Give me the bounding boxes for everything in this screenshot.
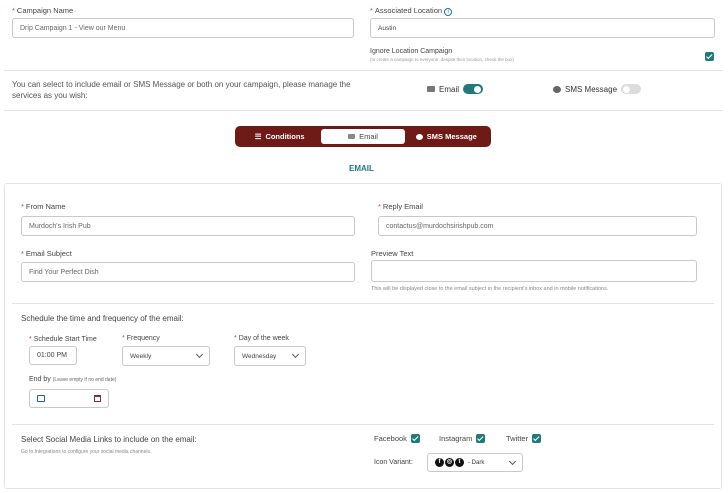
twitter-option: Twitter xyxy=(506,434,542,443)
from-name-input[interactable]: Murdoch's Irish Pub xyxy=(21,216,355,236)
divider xyxy=(12,424,714,425)
day-of-week-select[interactable]: Wednesday xyxy=(234,346,306,366)
end-date-input[interactable] xyxy=(29,389,109,408)
social-hint: Go to Integrations to configure your soc… xyxy=(21,449,152,455)
envelope-icon xyxy=(427,86,435,92)
start-time-input[interactable]: 01:00 PM xyxy=(29,346,77,365)
calendar-picker-icon[interactable] xyxy=(94,395,101,402)
ignore-location-checkbox[interactable] xyxy=(705,52,714,62)
instagram-option: Instagram xyxy=(439,434,486,443)
preview-text-hint: This will be displayed close to the emai… xyxy=(371,286,609,292)
start-time-label: * Schedule Start Time xyxy=(29,336,97,343)
services-description: You can select to include email or SMS M… xyxy=(12,80,351,100)
chat-icon xyxy=(553,85,561,93)
chevron-down-icon xyxy=(508,457,517,465)
twitter-icon: t xyxy=(455,458,464,467)
reply-email-label: * Reply Email xyxy=(378,202,423,211)
divider xyxy=(12,303,714,304)
email-subject-label: * Email Subject xyxy=(21,249,72,258)
reply-email-input[interactable]: contactus@murdochsirishpub.com xyxy=(378,216,697,236)
icon-variant-label: Icon Variant: xyxy=(374,459,413,466)
frequency-select[interactable]: Weekly xyxy=(122,346,210,366)
campaign-tabs: ☰ Conditions Email SMS Message xyxy=(235,126,491,147)
info-icon: i xyxy=(444,8,453,16)
tab-email[interactable]: Email xyxy=(321,129,405,144)
ignore-location-hint: (to create a campaign to everyone, despi… xyxy=(370,57,514,62)
location-select[interactable]: Austin xyxy=(370,18,715,38)
twitter-checkbox[interactable] xyxy=(532,434,542,443)
divider xyxy=(4,110,722,111)
frequency-label: * Frequency xyxy=(122,335,160,342)
facebook-checkbox[interactable] xyxy=(410,434,420,443)
end-by-label: End by (Leave empty if no end date) xyxy=(29,376,117,383)
instagram-icon: ◎ xyxy=(445,458,454,467)
icon-variant-select[interactable]: f ◎ t - Dark xyxy=(427,453,523,472)
social-heading: Select Social Media Links to include on … xyxy=(21,435,197,444)
sms-service: SMS Message xyxy=(553,84,642,94)
email-service-label: Email xyxy=(439,84,460,94)
email-subject-input[interactable]: Find Your Perfect Dish xyxy=(21,262,355,282)
from-name-label: * From Name xyxy=(21,202,66,211)
associated-location-label: * Associated Location i xyxy=(370,6,453,16)
calendar-icon xyxy=(37,395,45,402)
email-service: Email xyxy=(427,84,484,94)
schedule-heading: Schedule the time and frequency of the e… xyxy=(21,314,184,323)
chat-icon xyxy=(415,133,423,140)
facebook-icon: f xyxy=(435,458,444,467)
tab-sms[interactable]: SMS Message xyxy=(405,129,488,144)
chevron-down-icon xyxy=(195,350,204,359)
section-title: EMAIL xyxy=(349,164,374,173)
campaign-name-label: * Campaign Name xyxy=(12,6,74,15)
preview-text-input[interactable] xyxy=(371,260,697,282)
preview-text-label: Preview Text xyxy=(371,249,414,258)
chevron-down-icon xyxy=(291,350,300,359)
instagram-checkbox[interactable] xyxy=(476,434,486,443)
campaign-name-input[interactable]: Drip Campaign 1 - View our Menu xyxy=(12,18,354,38)
envelope-icon xyxy=(348,134,356,139)
divider xyxy=(4,70,722,71)
tab-conditions[interactable]: ☰ Conditions xyxy=(238,129,321,144)
list-icon: ☰ xyxy=(254,132,262,141)
ignore-location-label: Ignore Location Campaign xyxy=(370,48,453,55)
day-of-week-label: * Day of the week xyxy=(234,335,289,342)
sms-toggle[interactable] xyxy=(621,84,642,94)
sms-service-label: SMS Message xyxy=(565,84,618,94)
facebook-option: Facebook xyxy=(374,434,420,443)
email-toggle[interactable] xyxy=(463,84,484,94)
